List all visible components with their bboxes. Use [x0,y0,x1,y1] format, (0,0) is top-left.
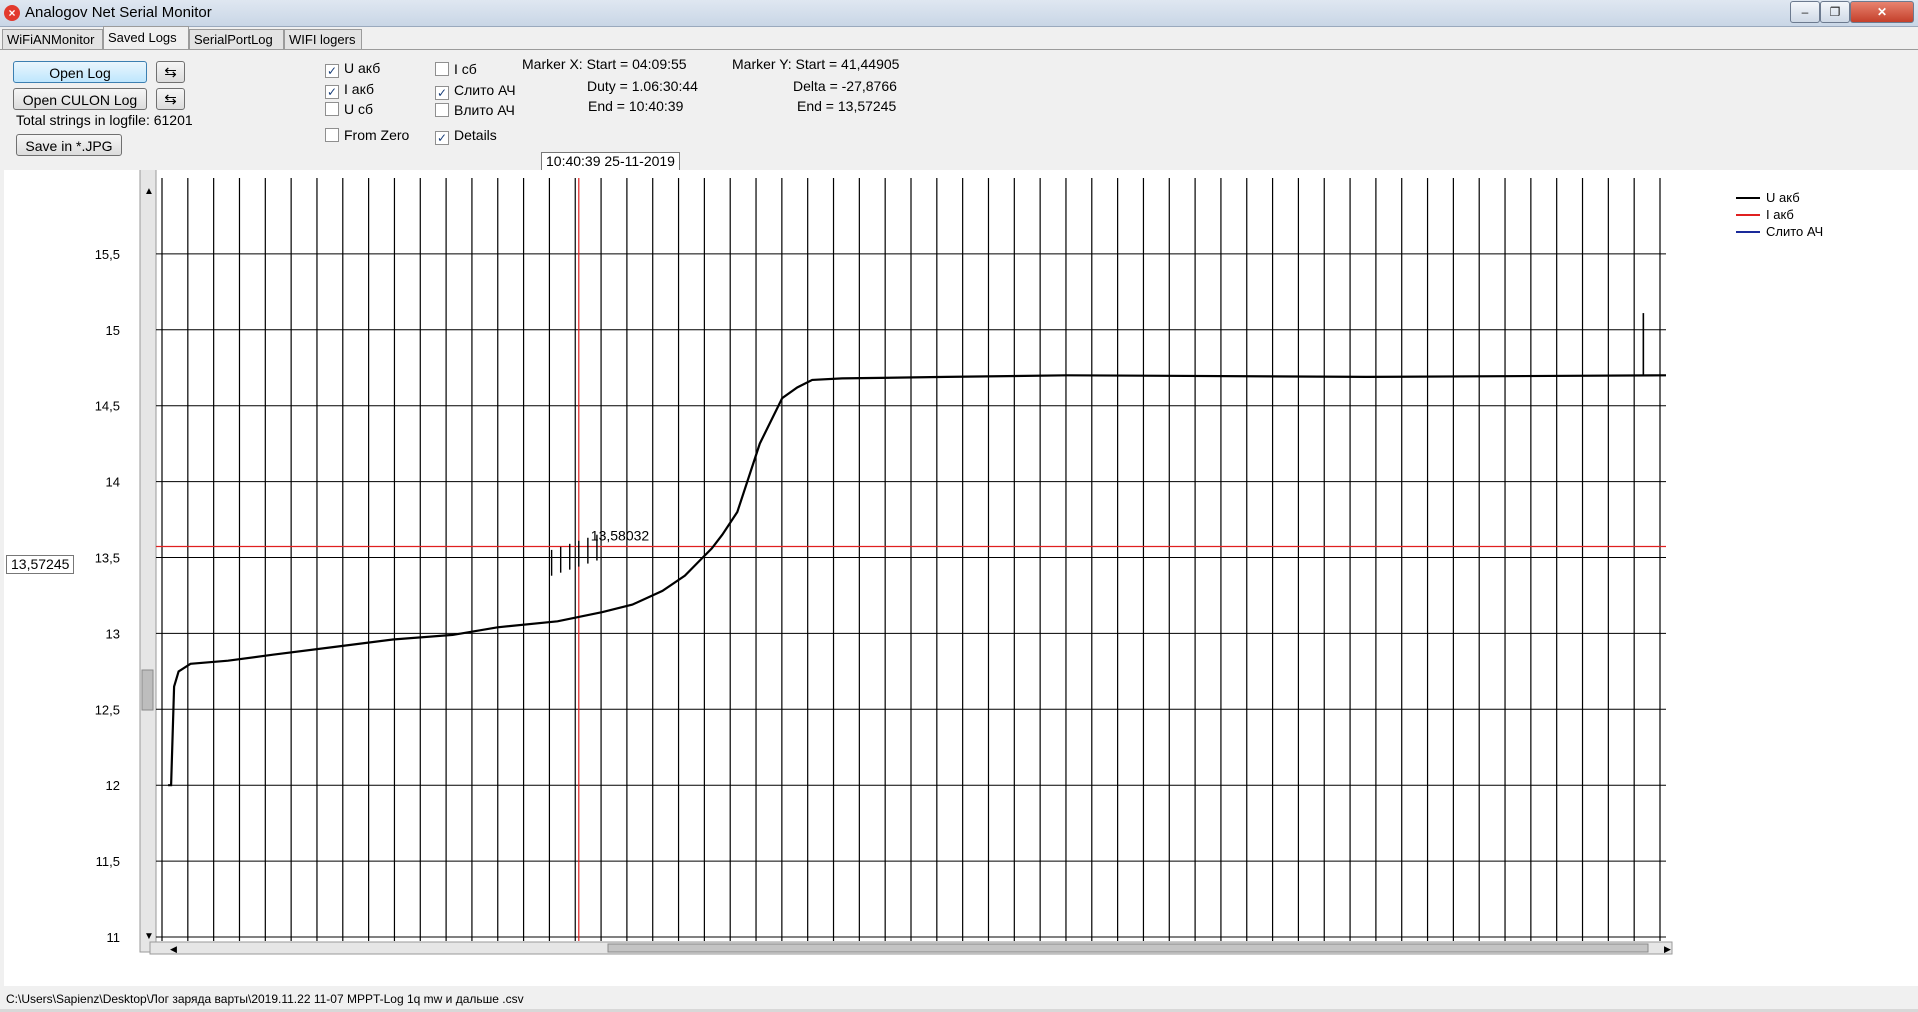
y-tick-label: 11,5 [96,854,120,869]
tab-panel-border [0,49,1918,50]
save-jpg-button[interactable]: Save in *.JPG [16,134,122,156]
window-title: Analogov Net Serial Monitor [25,4,212,21]
cursor-time-readout: 10:40:39 25-11-2019 [541,152,680,171]
open-log-button[interactable]: Open Log [13,61,147,83]
minimize-icon[interactable]: – [1790,1,1820,23]
checkbox-slito-ach[interactable]: ✓ Слито АЧ [435,82,516,100]
scroll-up-icon: ▲ [144,186,154,197]
reload-culon-log-button[interactable]: ⇆ [156,88,185,110]
tab-strip: WiFiANMonitor Saved Logs SerialPortLog W… [0,26,1918,50]
title-bar: × Analogov Net Serial Monitor – ❐ ✕ [0,0,1918,27]
scroll-right-icon: ▶ [1664,944,1671,954]
refresh-icon: ⇆ [164,91,177,108]
legend-label: Слито АЧ [1766,224,1823,239]
status-file-path: C:\Users\Sapienz\Desktop\Лог заряда варт… [6,992,524,1006]
marker-x-end: End = 10:40:39 [588,98,684,114]
close-circle-icon: × [4,5,20,21]
scroll-left-icon: ◀ [170,944,177,954]
marker-y-end: End = 13,57245 [797,98,897,114]
y-tick-label: 12 [106,778,120,793]
checkbox-checked-icon: ✓ [325,64,339,78]
tab-saved-logs[interactable]: Saved Logs [103,26,189,50]
maximize-icon[interactable]: ❐ [1820,1,1850,23]
checkbox-empty-icon [325,128,339,142]
y-tick-label: 14,5 [95,399,120,414]
checkbox-empty-icon [435,103,449,117]
legend-label: U акб [1766,190,1800,205]
marker-y-delta: Delta = -27,8766 [793,78,897,94]
checkbox-i-sb[interactable]: I сб [435,61,477,77]
y-tick-label: 11 [107,930,121,945]
y-tick-label: 15,5 [95,247,120,262]
chart-svg[interactable]: ▲ ▼ 11 11,5 12 12,5 13 13,5 14 14,5 15 15,5 ◀ ▶ 13,580… [4,167,1918,986]
close-icon[interactable]: ✕ [1850,1,1914,23]
y-tick-label: 14 [106,475,120,490]
total-strings-label: Total strings in logfile: 61201 [16,112,193,128]
marker-x-start: Marker X: Start = 04:09:55 [522,56,687,72]
marker-value-label: 13,58032 [591,528,650,544]
checkbox-i-akb[interactable]: ✓ I акб [325,81,374,99]
legend-label: I акб [1766,207,1794,222]
marker-x-duty: Duty = 1.06:30:44 [587,78,698,94]
checkbox-u-sb[interactable]: U сб [325,101,373,117]
series-line-u-akb [168,374,1667,787]
vertical-scrollbar [139,167,157,953]
reload-log-button[interactable]: ⇆ [156,61,185,83]
checkbox-from-zero[interactable]: From Zero [325,127,409,143]
scroll-down-icon: ▼ [144,931,154,942]
refresh-icon: ⇆ [164,64,177,81]
y-tick-label: 13 [106,626,120,641]
tab-wifianmonitor[interactable]: WiFiANMonitor [2,29,103,49]
checkbox-checked-icon: ✓ [325,85,339,99]
open-culon-log-button[interactable]: Open CULON Log [13,88,147,110]
checkbox-checked-icon: ✓ [435,86,449,100]
vertical-scrollbar-thumb [141,669,154,711]
checkbox-vlito-ach[interactable]: Влито АЧ [435,102,515,118]
y-tick-label: 12,5 [95,702,120,717]
tab-serialportlog[interactable]: SerialPortLog [189,29,284,49]
checkbox-checked-icon: ✓ [435,131,449,145]
checkbox-empty-icon [435,62,449,76]
checkbox-details[interactable]: ✓ Details [435,127,497,145]
checkbox-u-akb[interactable]: ✓ U акб [325,60,380,78]
marker-y-start: Marker Y: Start = 41,44905 [732,56,900,72]
cursor-value-readout: 13,57245 [6,555,75,574]
tab-wifi-logers[interactable]: WIFI logers [284,29,362,49]
y-tick-label: 15 [106,323,120,338]
checkbox-empty-icon [325,102,339,116]
chart-area: ▲ ▼ 11 11,5 12 12,5 13 13,5 14 14,5 15 15,5 ◀ ▶ 13,580… [4,167,1918,986]
horizontal-scrollbar-thumb [607,943,1649,953]
y-tick-label: 13,5 [95,551,120,566]
